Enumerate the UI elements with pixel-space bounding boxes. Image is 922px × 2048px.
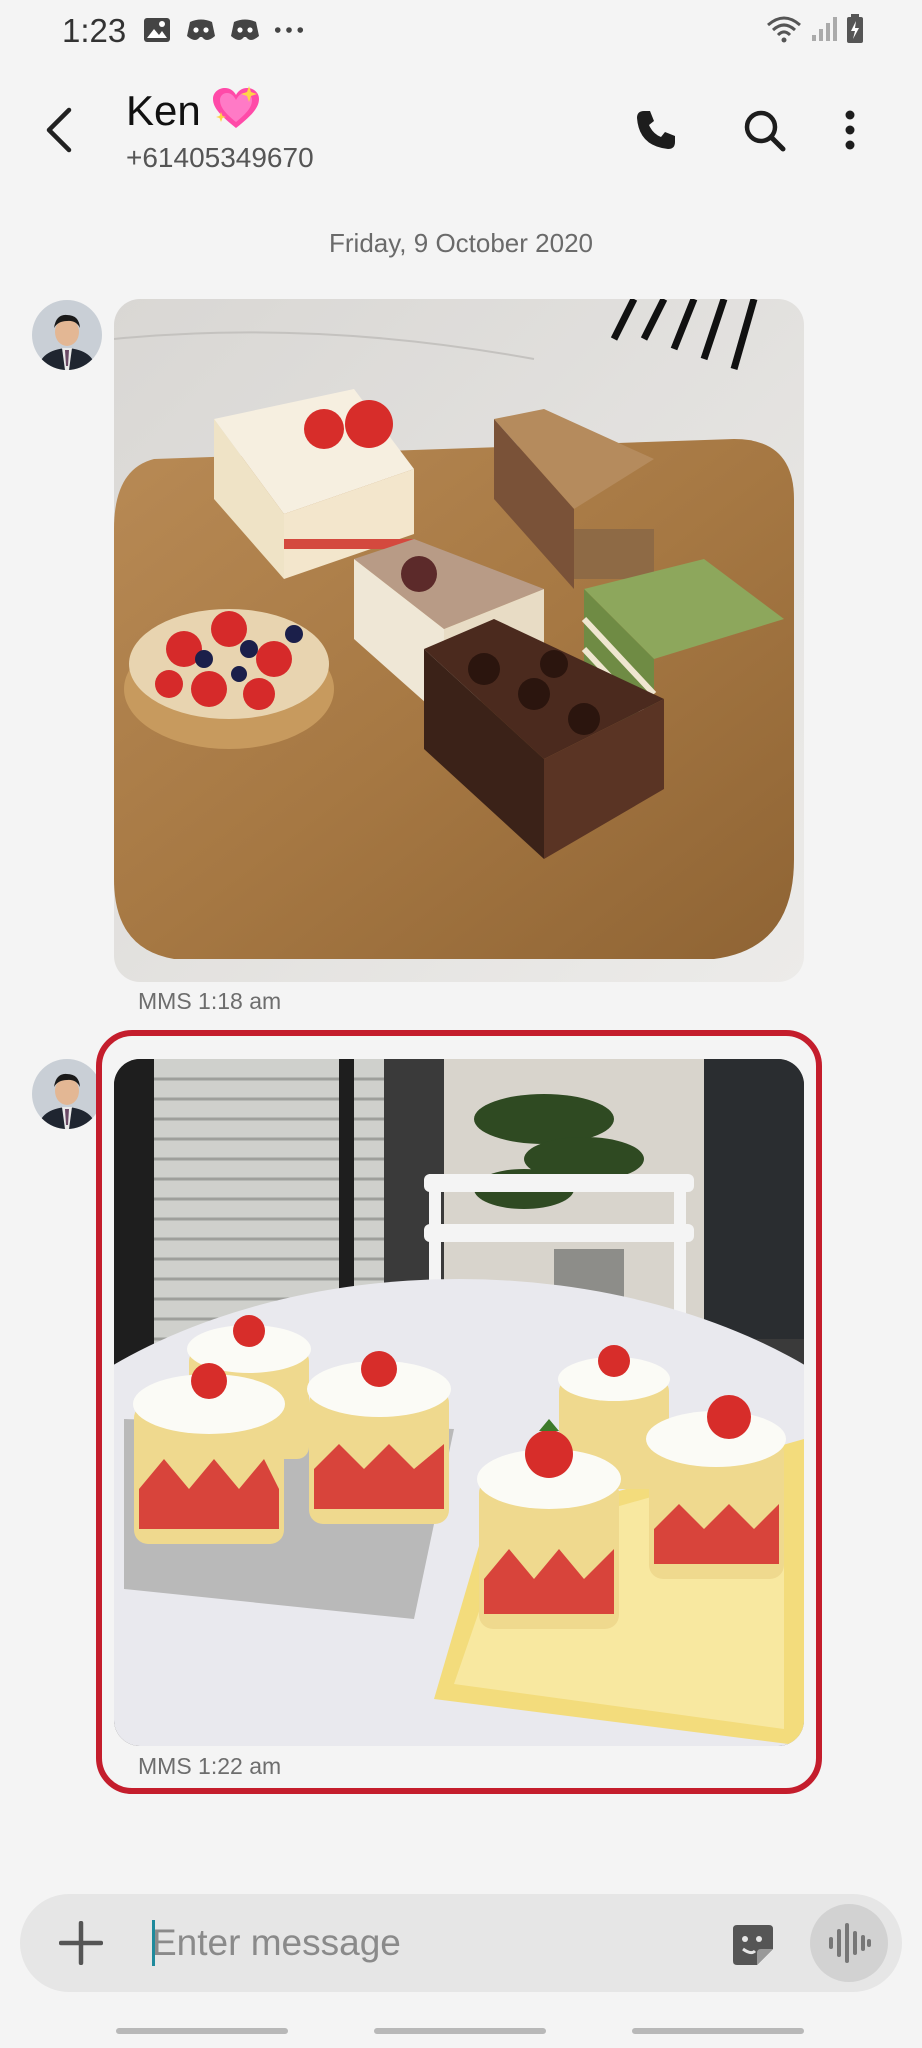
avatar[interactable] xyxy=(32,300,102,370)
sound-wave-icon xyxy=(829,1923,871,1963)
more-dots-icon xyxy=(274,16,304,44)
avatar[interactable] xyxy=(32,1059,102,1129)
highlight-outline xyxy=(96,1030,822,1794)
call-button[interactable] xyxy=(628,102,684,158)
sticker-button[interactable] xyxy=(728,1920,778,1970)
compose-bar xyxy=(20,1894,902,1992)
wifi-icon xyxy=(766,15,802,48)
contact-phone-number: +61405349670 xyxy=(126,142,314,173)
status-time: 1:23 xyxy=(62,12,127,49)
more-options-button[interactable] xyxy=(822,102,878,158)
signal-icon xyxy=(810,15,838,48)
sticker-icon xyxy=(733,1925,773,1965)
message-meta: MMS 1:18 am xyxy=(138,988,282,1014)
back-arrow-icon xyxy=(46,107,72,153)
status-notification-icons xyxy=(142,16,304,44)
add-attachment-button[interactable] xyxy=(54,1916,108,1970)
phone-icon xyxy=(637,111,675,149)
battery-charging-icon xyxy=(846,14,864,49)
sparkling-heart-icon xyxy=(211,86,261,135)
status-system-icons xyxy=(766,14,864,49)
message-input[interactable] xyxy=(132,1912,732,1974)
message-photo-cakes-tray[interactable] xyxy=(114,299,804,982)
navigation-bar xyxy=(0,2020,922,2048)
contact-title[interactable]: Ken xyxy=(126,86,261,135)
conversation-header: Ken +61405349670 xyxy=(0,66,922,196)
date-divider: Friday, 9 October 2020 xyxy=(329,228,593,258)
image-icon xyxy=(142,16,172,44)
nav-back-button[interactable] xyxy=(632,2028,804,2034)
search-icon xyxy=(744,110,786,152)
text-cursor xyxy=(152,1920,155,1966)
discord-icon xyxy=(186,16,216,44)
contact-name: Ken xyxy=(126,86,201,134)
plus-icon xyxy=(59,1921,103,1965)
more-vertical-icon xyxy=(845,110,855,150)
back-button[interactable] xyxy=(36,100,80,160)
voice-record-button[interactable] xyxy=(810,1904,888,1982)
status-bar: 1:23 xyxy=(0,0,922,66)
discord-icon xyxy=(230,16,260,44)
nav-recents-button[interactable] xyxy=(116,2028,288,2034)
nav-home-button[interactable] xyxy=(374,2028,546,2034)
search-button[interactable] xyxy=(736,102,792,158)
